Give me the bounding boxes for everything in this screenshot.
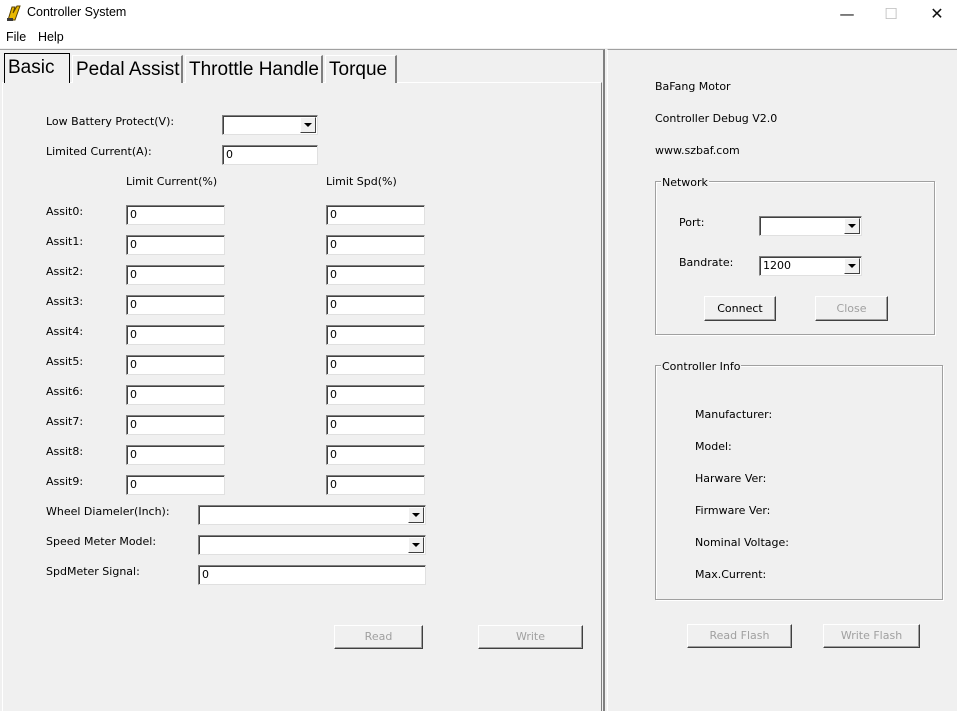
controller-info-title: Controller Info <box>661 360 742 373</box>
assist-limit-current-input[interactable]: 0 <box>126 475 225 495</box>
model-label: Model: <box>695 440 732 453</box>
write-flash-button[interactable]: Write Flash <box>823 624 920 648</box>
assist-limit-current-input[interactable]: 0 <box>126 385 225 405</box>
assist-label: Assit2: <box>46 265 84 278</box>
chevron-down-icon[interactable] <box>408 507 424 523</box>
assist-limit-spd-input[interactable]: 0 <box>326 445 425 465</box>
tab-throttle-handle[interactable]: Throttle Handle <box>185 55 323 83</box>
chevron-down-icon[interactable] <box>408 537 424 553</box>
bandrate-value: 1200 <box>763 259 791 272</box>
brand-text: BaFang Motor <box>655 80 731 93</box>
assist-limit-current-input[interactable]: 0 <box>126 355 225 375</box>
maximize-button[interactable]: ☐ <box>868 0 914 27</box>
version-text: Controller Debug V2.0 <box>655 112 778 125</box>
assist-limit-current-input[interactable]: 0 <box>126 265 225 285</box>
menu-file[interactable]: File <box>6 30 26 44</box>
limited-current-input[interactable]: 0 <box>222 145 318 165</box>
bandrate-select[interactable]: 1200 <box>759 256 862 276</box>
speed-meter-model-label: Speed Meter Model: <box>46 535 157 548</box>
low-battery-select[interactable] <box>222 115 318 135</box>
assist-limit-spd-input[interactable]: 0 <box>326 325 425 345</box>
chevron-down-icon[interactable] <box>844 218 860 234</box>
assist-label: Assit1: <box>46 235 84 248</box>
website-text: www.szbaf.com <box>655 144 740 157</box>
connect-button[interactable]: Connect <box>704 296 776 321</box>
assist-label: Assit4: <box>46 325 84 338</box>
assist-limit-spd-input[interactable]: 0 <box>326 295 425 315</box>
firmware-ver-label: Firmware Ver: <box>695 504 771 517</box>
port-label: Port: <box>679 216 705 229</box>
hardware-ver-label: Harware Ver: <box>695 472 767 485</box>
read-flash-button[interactable]: Read Flash <box>687 624 792 648</box>
window-title: Controller System <box>27 5 127 19</box>
speed-meter-model-select[interactable] <box>198 535 426 555</box>
assist-limit-spd-input[interactable]: 0 <box>326 415 425 435</box>
assist-label: Assit9: <box>46 475 84 488</box>
assist-limit-current-input[interactable]: 0 <box>126 205 225 225</box>
assist-limit-current-input[interactable]: 0 <box>126 445 225 465</box>
spdmeter-signal-label: SpdMeter Signal: <box>46 565 140 578</box>
spdmeter-signal-input[interactable]: 0 <box>198 565 426 585</box>
tab-basic[interactable]: Basic <box>4 53 70 83</box>
assist-limit-current-input[interactable]: 0 <box>126 295 225 315</box>
close-button[interactable]: Close <box>815 296 888 321</box>
bandrate-label: Bandrate: <box>679 256 734 269</box>
title-bar <box>0 0 957 27</box>
write-button[interactable]: Write <box>478 625 583 649</box>
network-group-title: Network <box>661 176 709 189</box>
read-button[interactable]: Read <box>334 625 423 649</box>
low-battery-label: Low Battery Protect(V): <box>46 115 175 128</box>
assist-limit-current-input[interactable]: 0 <box>126 235 225 255</box>
minimize-button[interactable]: — <box>824 0 870 27</box>
limit-current-header: Limit Current(%) <box>126 175 218 188</box>
assist-label: Assit3: <box>46 295 84 308</box>
assist-limit-spd-input[interactable]: 0 <box>326 385 425 405</box>
assist-limit-spd-input[interactable]: 0 <box>326 355 425 375</box>
menu-bar <box>0 27 957 48</box>
assist-label: Assit5: <box>46 355 84 368</box>
menu-help[interactable]: Help <box>38 30 64 44</box>
assist-limit-spd-input[interactable]: 0 <box>326 475 425 495</box>
assist-limit-spd-input[interactable]: 0 <box>326 265 425 285</box>
limited-current-label: Limited Current(A): <box>46 145 152 158</box>
assist-label: Assit6: <box>46 385 84 398</box>
limit-spd-header: Limit Spd(%) <box>326 175 397 188</box>
nominal-voltage-label: Nominal Voltage: <box>695 536 789 549</box>
close-window-button[interactable]: ✕ <box>914 0 957 27</box>
wheel-diameter-label: Wheel Diameler(Inch): <box>46 505 170 518</box>
port-select[interactable] <box>759 216 862 236</box>
assist-label: Assit0: <box>46 205 84 218</box>
manufacturer-label: Manufacturer: <box>695 408 773 421</box>
assist-limit-spd-input[interactable]: 0 <box>326 205 425 225</box>
wheel-diameter-select[interactable] <box>198 505 426 525</box>
app-icon <box>7 5 21 21</box>
tab-pedal-assist[interactable]: Pedal Assist <box>72 55 183 83</box>
assist-limit-spd-input[interactable]: 0 <box>326 235 425 255</box>
tab-torque[interactable]: Torque <box>325 55 397 83</box>
assist-label: Assit8: <box>46 445 84 458</box>
assist-limit-current-input[interactable]: 0 <box>126 325 225 345</box>
max-current-label: Max.Current: <box>695 568 767 581</box>
assist-label: Assit7: <box>46 415 84 428</box>
chevron-down-icon[interactable] <box>300 117 316 133</box>
assist-limit-current-input[interactable]: 0 <box>126 415 225 435</box>
basic-tab-page <box>2 82 602 711</box>
chevron-down-icon[interactable] <box>844 258 860 274</box>
